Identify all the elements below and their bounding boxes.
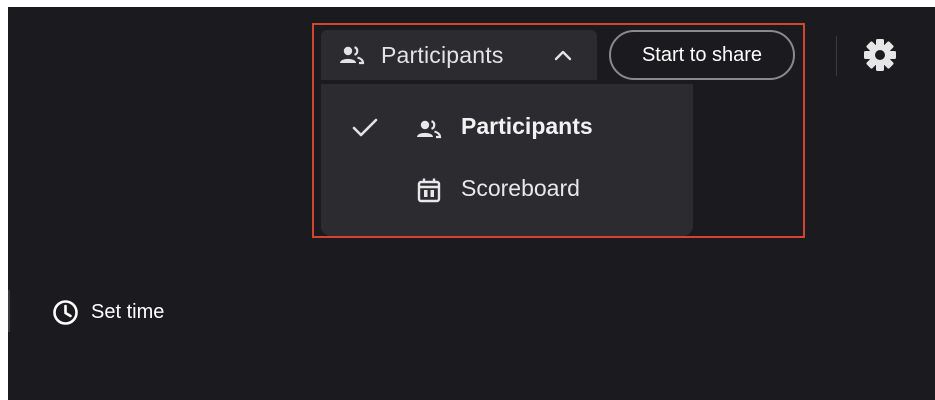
calendar-icon xyxy=(417,178,441,203)
view-select-menu: Participants Scoreboard xyxy=(321,84,693,236)
panel-edge-marker xyxy=(8,290,10,332)
check-icon xyxy=(352,118,378,137)
start-to-share-button[interactable]: Start to share xyxy=(609,30,795,80)
gear-icon[interactable] xyxy=(862,37,898,73)
people-icon xyxy=(417,120,442,139)
chevron-up-icon xyxy=(554,50,572,61)
menu-item-scoreboard[interactable]: Scoreboard xyxy=(321,160,693,220)
screenshot-canvas: Participants Start to share Participants… xyxy=(0,0,935,400)
view-select-dropdown[interactable]: Participants xyxy=(321,30,597,80)
start-to-share-label: Start to share xyxy=(641,43,763,66)
set-time-label: Set time xyxy=(91,300,165,323)
menu-item-label: Participants xyxy=(461,113,593,139)
view-select-label: Participants xyxy=(381,41,504,68)
people-icon xyxy=(337,44,367,66)
set-time-button[interactable]: Set time xyxy=(52,297,164,327)
menu-item-label: Scoreboard xyxy=(461,175,580,201)
clock-icon xyxy=(53,299,78,325)
toolbar-divider xyxy=(836,36,837,76)
menu-item-participants[interactable]: Participants xyxy=(321,98,693,158)
